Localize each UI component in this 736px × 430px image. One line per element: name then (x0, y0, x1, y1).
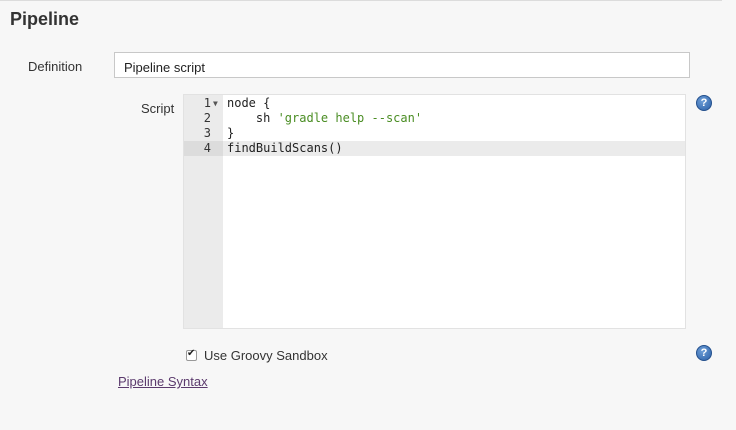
line-number: 2 (203, 111, 211, 125)
sandbox-label: Use Groovy Sandbox (204, 348, 328, 363)
section-title: Pipeline (10, 9, 80, 29)
line-code: node { (227, 96, 271, 110)
checkmark-icon: ✔ (187, 348, 196, 359)
string-literal: 'gradle help --scan' (277, 111, 423, 125)
editor-active-line: 4 findBuildScans() (184, 141, 685, 156)
sandbox-help-icon[interactable]: ? (696, 345, 712, 361)
pipeline-syntax-link[interactable]: Pipeline Syntax (118, 374, 208, 389)
script-editor[interactable]: 1 ▼ node { 2 sh 'gradle help --scan' 3 }… (183, 94, 686, 329)
editor-line: 1 ▼ node { (184, 96, 685, 111)
line-number: 3 (203, 126, 211, 140)
line-number: 4 (203, 141, 211, 155)
section-divider (0, 0, 722, 1)
script-label: Script (141, 101, 175, 116)
line-code: findBuildScans() (227, 141, 343, 155)
line-code: sh 'gradle help --scan' (227, 111, 423, 125)
line-code: } (227, 126, 235, 140)
editor-line: 2 sh 'gradle help --scan' (184, 111, 685, 126)
fold-toggle-icon[interactable]: ▼ (213, 96, 218, 111)
editor-line: 3 } (184, 126, 685, 141)
line-number: 1 (203, 96, 211, 110)
sandbox-checkbox[interactable]: ✔ (186, 348, 197, 361)
sandbox-option[interactable]: ✔ Use Groovy Sandbox (186, 348, 328, 363)
script-help-icon[interactable]: ? (696, 95, 712, 111)
definition-select[interactable]: Pipeline script (114, 52, 690, 78)
definition-label: Definition (28, 59, 83, 74)
